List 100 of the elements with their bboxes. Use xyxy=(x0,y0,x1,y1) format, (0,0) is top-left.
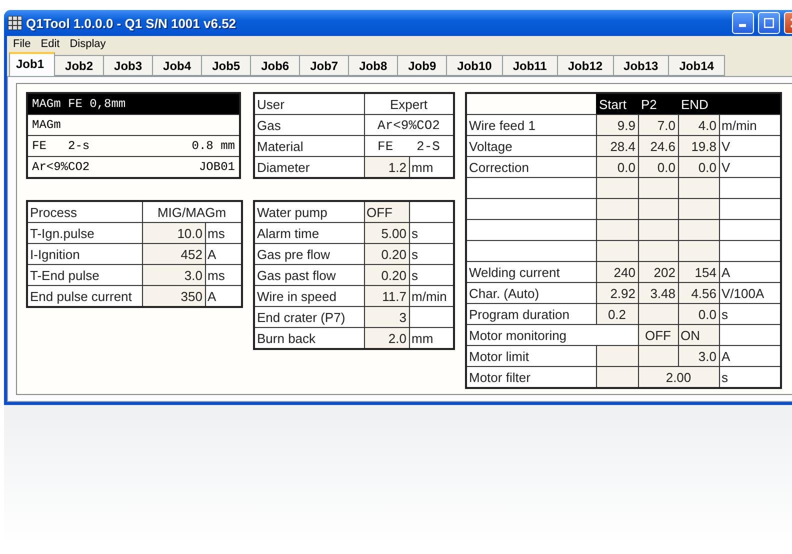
job-info: 0.8 mm xyxy=(192,139,235,153)
job-info: MAGm xyxy=(32,118,61,132)
table-cell: 350 xyxy=(142,286,205,307)
table-cell: 11.7 xyxy=(364,286,409,306)
app-icon xyxy=(8,16,22,30)
table-cell: 24.6 xyxy=(638,136,678,156)
table-cell: ON xyxy=(678,324,719,346)
table-cell: A xyxy=(205,244,242,264)
tab[interactable]: Job14 xyxy=(668,55,725,76)
table-cell: 154 xyxy=(678,262,719,282)
menu-item[interactable]: File xyxy=(13,38,31,50)
table-cell: 0.2 xyxy=(596,304,638,324)
table-cell: Burn back xyxy=(254,328,364,349)
table-cell: Water pump xyxy=(254,201,364,222)
table-cell: Diameter xyxy=(254,156,364,178)
tab[interactable]: Job4 xyxy=(152,55,202,76)
table-cell: T-End pulse xyxy=(27,264,142,286)
table-cell: s xyxy=(719,366,781,388)
table-cell: Motor monitoring xyxy=(466,324,638,346)
table-cell: mm xyxy=(409,156,454,178)
table-cell: End pulse current xyxy=(27,286,142,307)
menu-item[interactable]: Edit xyxy=(40,38,60,50)
table-cell: Alarm time xyxy=(254,222,364,244)
table-cell: 3.48 xyxy=(638,282,678,304)
table-cell: ms xyxy=(205,264,242,286)
table-cell: Wire in speed xyxy=(254,286,364,306)
window-title: Q1Tool 1.0.0.0 - Q1 S/N 1001 v6.52 xyxy=(26,16,238,30)
table-cell: s xyxy=(409,222,454,244)
table-cell: 1.2 xyxy=(364,156,409,178)
column-header: P2 xyxy=(638,93,678,114)
table-cell: Program duration xyxy=(466,304,596,324)
table-cell: A xyxy=(719,262,781,282)
table-cell: FE 2-S xyxy=(364,136,454,156)
table-cell: 10.0 xyxy=(142,222,205,244)
table-cell: Motor limit xyxy=(466,346,596,366)
column-header: Start xyxy=(596,93,638,114)
tab[interactable]: Job10 xyxy=(446,55,503,76)
job-info: JOB01 xyxy=(198,160,235,174)
tab[interactable]: Job3 xyxy=(103,55,154,76)
table-cell: s xyxy=(409,244,454,264)
column-header: END xyxy=(678,93,719,114)
maximize-button[interactable] xyxy=(758,12,780,34)
table-cell: 0.0 xyxy=(638,156,678,178)
table-cell: 0.0 xyxy=(678,304,719,324)
table-cell: V xyxy=(719,156,781,178)
table-cell: 0.0 xyxy=(596,156,638,178)
table-cell: 4.56 xyxy=(678,282,719,304)
table-cell: I-Ignition xyxy=(27,244,142,264)
job-info: FE 2-s xyxy=(32,139,90,153)
table-cell: Motor filter xyxy=(466,366,596,388)
table-cell: User xyxy=(254,93,364,114)
table-cell: 240 xyxy=(596,262,638,282)
table-cell: Process xyxy=(27,201,142,222)
table-cell: 2.00 xyxy=(638,366,719,388)
table-cell: Material xyxy=(254,136,364,156)
table-cell: OFF xyxy=(638,324,678,346)
table-cell: 4.0 xyxy=(678,114,719,136)
table-cell: 452 xyxy=(142,244,205,264)
table-cell: Wire feed 1 xyxy=(466,114,596,136)
tab[interactable]: Job8 xyxy=(348,55,398,76)
tab[interactable]: Job9 xyxy=(397,55,448,76)
menu-item[interactable]: Display xyxy=(70,38,106,50)
tab[interactable]: Job7 xyxy=(299,55,350,76)
table-cell: T-Ign.pulse xyxy=(27,222,142,244)
tab[interactable]: Job5 xyxy=(201,55,252,76)
table-cell: 3.0 xyxy=(142,264,205,286)
table-cell: s xyxy=(409,264,454,286)
table-cell: 0.0 xyxy=(678,156,719,178)
table-cell: 0.20 xyxy=(364,244,409,264)
table-cell: m/min xyxy=(409,286,454,306)
job-info: Ar<9%CO2 xyxy=(32,160,90,174)
table-cell: V/100A xyxy=(719,282,781,304)
table-cell: m/min xyxy=(719,114,781,136)
table-cell: 2.92 xyxy=(596,282,638,304)
table-cell: 3 xyxy=(364,306,409,328)
table-cell: Correction xyxy=(466,156,596,178)
table-cell: Voltage xyxy=(466,136,596,156)
table-cell: Gas xyxy=(254,114,364,136)
tab[interactable]: Job6 xyxy=(250,55,300,76)
tab[interactable]: Job2 xyxy=(54,55,104,76)
tab[interactable]: Job1 xyxy=(9,52,56,76)
tab[interactable]: Job11 xyxy=(502,55,558,76)
table-cell: 7.0 xyxy=(638,114,678,136)
table-cell: 0.20 xyxy=(364,264,409,286)
table-cell: End crater (P7) xyxy=(254,306,364,328)
table-cell: Welding current xyxy=(466,262,596,282)
table-cell: ms xyxy=(205,222,242,244)
table-cell: Char. (Auto) xyxy=(466,282,596,304)
table-cell: MIG/MAGm xyxy=(142,201,242,222)
table-cell: s xyxy=(719,304,781,324)
table-cell: 202 xyxy=(638,262,678,282)
table-cell: 9.9 xyxy=(596,114,638,136)
table-cell: mm xyxy=(409,328,454,349)
tab[interactable]: Job13 xyxy=(612,55,670,76)
table-cell: 28.4 xyxy=(596,136,638,156)
job-title: MAGm FE 0,8mm xyxy=(27,93,240,114)
minimize-button[interactable] xyxy=(732,12,754,34)
tab[interactable]: Job12 xyxy=(556,55,614,76)
table-cell: Expert xyxy=(364,93,454,114)
table-cell: OFF xyxy=(364,201,409,222)
